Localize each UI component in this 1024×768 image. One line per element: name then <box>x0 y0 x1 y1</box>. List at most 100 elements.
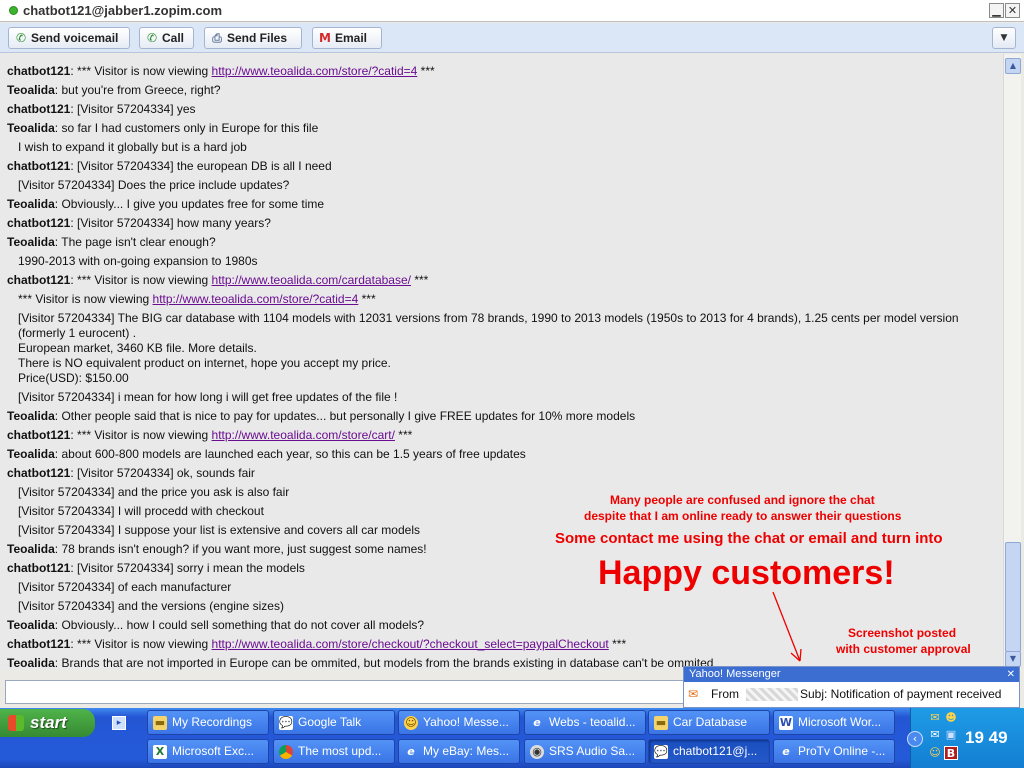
message-text: [Visitor 57204334] of each manufacturer <box>18 580 232 594</box>
chat-message: [Visitor 57204334] and the price you ask… <box>18 485 289 500</box>
message-text: [Visitor 57204334] I will procedd with c… <box>18 504 264 518</box>
taskbar-item-label: ProTv Online -... <box>798 744 886 758</box>
yahoo-mail-icon: ✉ <box>688 687 699 701</box>
message-text: : *** Visitor is now viewing <box>70 637 212 651</box>
options-dropdown-button[interactable]: ▼ <box>992 27 1016 49</box>
taskbar-item[interactable]: The most upd... <box>273 739 395 764</box>
taskbar-item[interactable]: X Microsoft Exc... <box>147 739 269 764</box>
message-text: : [Visitor 57204334] how many years? <box>70 216 271 230</box>
message-text: : so far I had customers only in Europe … <box>54 121 319 135</box>
message-text: [Visitor 57204334] i mean for how long i… <box>18 390 398 404</box>
minimize-button[interactable]: ▁ <box>989 3 1004 18</box>
message-nick: chatbot121 <box>7 561 71 575</box>
chat-bubble-icon: 💬 <box>279 716 293 730</box>
notification-subject: Subj: Notification of payment received <box>800 687 1002 701</box>
taskbar-item[interactable]: 💬 Google Talk <box>273 710 395 735</box>
internet-explorer-icon: e <box>782 745 790 758</box>
taskbar-item-label: chatbot121@j... <box>673 744 758 758</box>
taskbar-item[interactable]: ◉ SRS Audio Sa... <box>524 739 646 764</box>
phone-icon: ✆ <box>15 31 27 45</box>
chrome-icon <box>279 745 293 759</box>
network-tray-icon[interactable]: ▣ <box>944 728 958 742</box>
message-link[interactable]: http://www.teoalida.com/cardatabase/ <box>212 273 411 287</box>
tray-expand-icon[interactable]: ‹ <box>907 731 923 747</box>
taskbar-item[interactable]: ▬ Car Database <box>648 710 770 735</box>
notification-from: From <box>711 687 739 701</box>
taskbar-item[interactable]: ▬ My Recordings <box>147 710 269 735</box>
taskbar-item-label: My Recordings <box>172 715 253 729</box>
notification-body[interactable]: ✉ From Subj: Notification of payment rec… <box>684 682 1019 707</box>
taskbar-item[interactable]: e Webs - teoalid... <box>524 710 646 735</box>
chat-message: Teoalida: but you're from Greece, right? <box>7 83 221 98</box>
send-files-button[interactable]: ⎙ Send Files <box>204 27 302 49</box>
taskbar-item[interactable]: 💬 chatbot121@j... <box>648 739 770 764</box>
window-title: chatbot121@jabber1.zopim.com <box>23 3 223 18</box>
gmail-tray-icon[interactable]: ✉ <box>928 728 942 742</box>
messenger-tray-icon[interactable]: ✉ <box>928 711 942 725</box>
scroll-thumb[interactable] <box>1005 542 1021 652</box>
taskbar-item[interactable]: W Microsoft Wor... <box>773 710 895 735</box>
start-button[interactable]: start <box>0 709 95 737</box>
message-text: : Brands that are not imported in Europe… <box>54 656 714 670</box>
windows-logo-icon <box>8 715 24 731</box>
taskbar-item[interactable]: e ProTv Online -... <box>773 739 895 764</box>
message-text: 1990-2013 with on-going expansion to 198… <box>18 254 258 268</box>
show-desktop-icon[interactable]: ▸ <box>112 716 126 730</box>
message-suffix: *** <box>394 428 413 442</box>
taskbar-item[interactable]: e My eBay: Mes... <box>398 739 520 764</box>
user-tray-icon[interactable]: ☻ <box>944 711 958 725</box>
message-nick: chatbot121 <box>7 64 71 78</box>
call-button[interactable]: ✆ Call <box>139 27 194 49</box>
send-voicemail-label: Send voicemail <box>31 31 119 45</box>
chat-message: [Visitor 57204334] of each manufacturer <box>18 580 231 595</box>
taskbar-item-label: SRS Audio Sa... <box>549 744 636 758</box>
close-button[interactable]: ✕ <box>1005 3 1020 18</box>
chat-message: [Visitor 57204334] Does the price includ… <box>18 178 289 193</box>
chat-message: chatbot121: *** Visitor is now viewing h… <box>7 64 435 79</box>
chat-message: [Visitor 57204334] i mean for how long i… <box>18 390 397 405</box>
message-nick: Teoalida <box>7 197 55 211</box>
annotation-line3: Some contact me using the chat or email … <box>555 530 943 547</box>
message-text: : [Visitor 57204334] sorry i mean the mo… <box>70 561 305 575</box>
folder-icon: ▬ <box>654 716 668 730</box>
chat-input[interactable] <box>5 680 685 704</box>
internet-explorer-icon: e <box>533 716 541 729</box>
message-link[interactable]: http://www.teoalida.com/store/?catid=4 <box>212 64 418 78</box>
yahoo-tray-icon[interactable]: ☺ <box>928 746 942 760</box>
word-icon: W <box>779 716 793 730</box>
send-voicemail-button[interactable]: ✆ Send voicemail <box>8 27 130 49</box>
close-icon[interactable]: ✕ <box>1007 667 1015 682</box>
email-button[interactable]: M Email <box>312 27 382 49</box>
email-label: Email <box>335 31 368 45</box>
message-link[interactable]: http://www.teoalida.com/store/cart/ <box>212 428 395 442</box>
chat-scrollbar[interactable]: ▲ ▼ <box>1003 54 1021 670</box>
yahoo-messenger-notification[interactable]: Yahoo! Messenger ✕ ✉ From Subj: Notifica… <box>683 666 1020 708</box>
scroll-down-button[interactable]: ▼ <box>1005 651 1021 667</box>
message-text: : Obviously... how I could sell somethin… <box>54 618 425 632</box>
message-text: : [Visitor 57204334] yes <box>70 102 196 116</box>
message-nick: Teoalida <box>7 618 55 632</box>
taskbar-item-label: Google Talk <box>298 715 362 729</box>
taskbar-item[interactable]: ☺ Yahoo! Messe... <box>398 710 520 735</box>
message-link[interactable]: http://www.teoalida.com/store/?catid=4 <box>153 292 359 306</box>
chat-message: *** Visitor is now viewing http://www.te… <box>18 292 376 307</box>
chat-message: chatbot121: [Visitor 57204334] the europ… <box>7 159 332 174</box>
message-nick: Teoalida <box>7 447 55 461</box>
annotation-arrow <box>772 591 802 662</box>
message-link[interactable]: http://www.teoalida.com/store/checkout/?… <box>212 637 609 651</box>
message-text: : *** Visitor is now viewing <box>70 64 212 78</box>
message-nick: Teoalida <box>7 121 55 135</box>
annotation-line1: Many people are confused and ignore the … <box>610 493 875 507</box>
notification-title: Yahoo! Messenger <box>689 668 781 680</box>
message-text: I wish to expand it globally but is a ha… <box>18 140 247 154</box>
message-nick: chatbot121 <box>7 466 71 480</box>
redacted-sender <box>746 688 798 701</box>
message-nick: Teoalida <box>7 83 55 97</box>
chat-message: chatbot121: *** Visitor is now viewing h… <box>7 637 626 652</box>
message-nick: Teoalida <box>7 656 55 670</box>
excel-icon: X <box>153 745 167 759</box>
scroll-up-button[interactable]: ▲ <box>1005 58 1021 74</box>
chat-message: Teoalida: about 600-800 models are launc… <box>7 447 526 462</box>
call-label: Call <box>162 31 185 45</box>
b-tray-icon[interactable]: B <box>944 746 958 760</box>
